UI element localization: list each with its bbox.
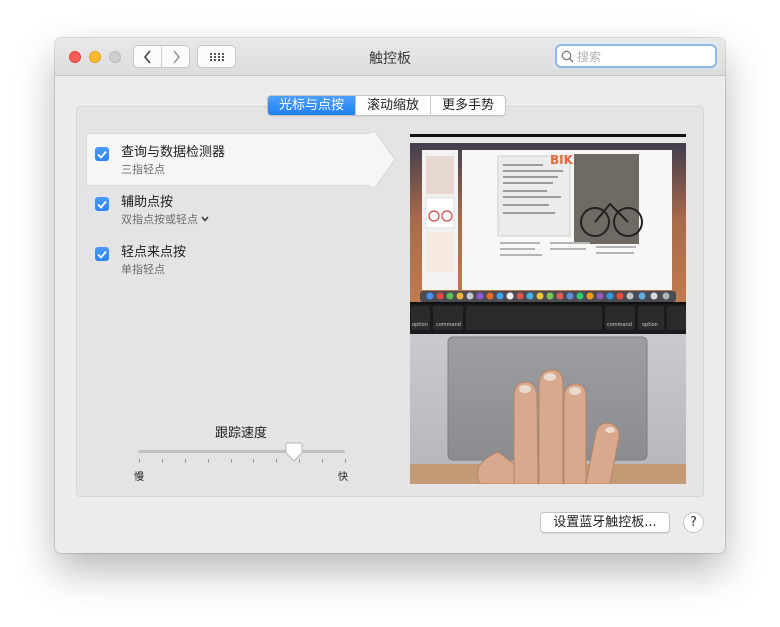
option-sub-text: 三指轻点: [121, 163, 165, 176]
slider-tick: [162, 459, 163, 463]
tab-point-click[interactable]: 光标与点按: [268, 96, 356, 115]
setup-bluetooth-trackpad-button[interactable]: 设置蓝牙触控板...: [540, 512, 670, 533]
slider-tick: [253, 459, 254, 463]
trackpad-preferences-window: 触控板 搜索 光标与点按 滚动缩放 更多手势 查询与数据检测器 三指轻点 辅助点…: [55, 38, 725, 553]
preview-illustration: BIKES option command command option: [410, 134, 686, 484]
option-sub: 单指轻点: [121, 261, 165, 277]
option-sub-text: 双指点按或轻点: [121, 213, 198, 226]
search-placeholder: 搜索: [577, 49, 602, 64]
option-sub: 三指轻点: [121, 161, 165, 177]
selection-arrow: [370, 133, 396, 186]
search-icon: [561, 50, 574, 62]
slider-knob[interactable]: [285, 442, 303, 462]
option-sub-text: 单指轻点: [121, 263, 165, 276]
key-option-right: option: [642, 322, 658, 328]
checkmark-icon: [97, 150, 107, 159]
slider-tick: [185, 459, 186, 463]
tracking-speed-slider[interactable]: [138, 450, 345, 453]
slider-tick: [276, 459, 277, 463]
slider-tick: [322, 459, 323, 463]
slider-max-label: 快: [338, 472, 348, 483]
secondary-click-popup[interactable]: 双指点按或轻点: [121, 211, 209, 227]
slider-tick: [208, 459, 209, 463]
slider-tick: [299, 459, 300, 463]
help-button[interactable]: ?: [683, 512, 704, 533]
slider-tick: [231, 459, 232, 463]
key-option-left: option: [412, 322, 428, 328]
key-command-right: command: [607, 322, 632, 328]
checkbox-tap-to-click[interactable]: [95, 247, 109, 261]
tab-more-gestures[interactable]: 更多手势: [430, 96, 505, 115]
title-bar: 触控板 搜索: [55, 38, 725, 76]
checkbox-secondary-click[interactable]: [95, 197, 109, 211]
slider-tick: [139, 459, 140, 463]
tracking-speed-label: 跟踪速度: [215, 426, 268, 441]
slider-min-label: 慢: [134, 472, 144, 483]
search-field[interactable]: 搜索: [555, 44, 717, 68]
gesture-preview-video: BIKES option command command option: [410, 134, 686, 484]
slider-tick: [345, 459, 346, 463]
key-command-left: command: [436, 322, 461, 328]
tab-scroll-zoom[interactable]: 滚动缩放: [355, 96, 430, 115]
checkmark-icon: [97, 250, 107, 259]
option-label: 轻点来点按: [121, 245, 187, 260]
chevron-down-icon: [201, 216, 209, 222]
tab-bar: 光标与点按 滚动缩放 更多手势: [267, 95, 507, 116]
checkmark-icon: [97, 200, 107, 209]
option-label: 查询与数据检测器: [121, 145, 226, 160]
checkbox-lookup[interactable]: [95, 147, 109, 161]
option-label: 辅助点按: [121, 195, 174, 210]
